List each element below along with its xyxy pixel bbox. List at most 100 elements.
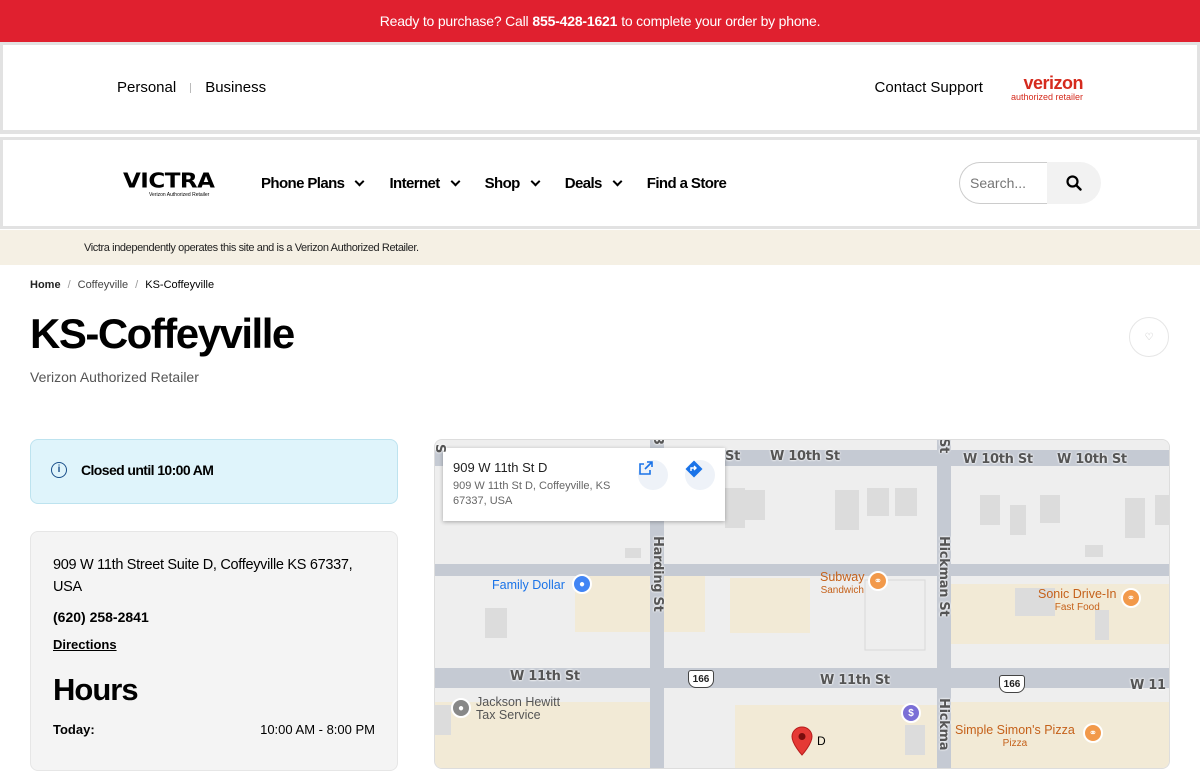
nav-item-phone-plans[interactable]: Phone Plans	[261, 174, 365, 192]
restaurant-icon[interactable]: ⚭	[1121, 588, 1141, 608]
promo-banner: Ready to purchase? Call 855-428-1621 to …	[0, 0, 1200, 42]
street-label: W 11th St	[820, 673, 890, 688]
contact-support-link[interactable]: Contact Support	[875, 79, 983, 96]
poi-type: Sandwich	[820, 585, 864, 596]
hours-heading: Hours	[53, 672, 139, 707]
victra-logo[interactable]: VICTRA Verizon Authorized Retailer	[123, 168, 261, 198]
route-shield: 166	[688, 670, 714, 688]
hours-row: Today: 10:00 AM - 8:00 PM	[53, 722, 375, 737]
store-map[interactable]: 909 W 11th St D 909 W 11th St D, Coffeyv…	[434, 439, 1170, 769]
store-status-banner: i Closed until 10:00 AM	[30, 439, 398, 504]
poi-name: Subway	[820, 570, 865, 584]
dollar-icon[interactable]: $	[901, 703, 921, 723]
brand-sub: Verizon Authorized Retailer	[149, 192, 210, 198]
street-label: St	[936, 439, 951, 453]
shopping-bag-icon[interactable]: ●	[572, 574, 592, 594]
nav-item-label: Find a Store	[646, 174, 727, 192]
poi-jackson-hewitt[interactable]: Jackson Hewitt Tax Service	[476, 696, 560, 722]
marker-label: D	[817, 734, 826, 748]
street-label: W 10th St	[1057, 452, 1127, 467]
search-box	[959, 162, 1101, 204]
nav-item-shop[interactable]: Shop	[484, 174, 541, 192]
nav-item-label: Deals	[564, 174, 603, 192]
poi-type: Pizza	[1002, 738, 1028, 749]
chevron-down-icon	[612, 176, 623, 186]
search-button[interactable]	[1047, 162, 1101, 204]
directions-icon	[685, 460, 703, 478]
nav-item-label: Internet	[389, 174, 440, 192]
store-address: 909 W 11th Street Suite D, Coffeyville K…	[53, 557, 353, 595]
breadcrumb-city[interactable]: Coffeyville	[78, 279, 129, 291]
map-card-title: 909 W 11th St D	[453, 460, 548, 475]
page-subtitle: Verizon Authorized Retailer	[30, 369, 199, 385]
breadcrumb: Home / Coffeyville / KS-Coffeyville	[0, 265, 1200, 291]
info-icon: i	[51, 461, 67, 478]
external-link-icon	[639, 461, 653, 475]
open-map-button[interactable]	[638, 460, 668, 490]
search-input[interactable]	[959, 162, 1047, 204]
hours-time: 10:00 AM - 8:00 PM	[260, 722, 375, 737]
map-directions-button[interactable]	[685, 460, 715, 490]
restaurant-icon[interactable]: ⚭	[868, 571, 888, 591]
restaurant-icon[interactable]: ⚭	[1083, 723, 1103, 743]
nav-item-label: Shop	[484, 174, 521, 192]
poi-family-dollar[interactable]: Family Dollar	[492, 579, 565, 592]
nav-item-label: Phone Plans	[261, 174, 345, 192]
street-label: Hickman St	[936, 536, 951, 617]
promo-prefix: Ready to purchase? Call	[379, 13, 529, 29]
street-label: W 11th St	[510, 669, 580, 684]
store-info-card: 909 W 11th Street Suite D, Coffeyville K…	[30, 531, 398, 771]
favorite-button[interactable]: ♡	[1129, 317, 1169, 357]
promo-suffix: to complete your order by phone.	[621, 13, 821, 29]
heart-icon: ♡	[1144, 331, 1154, 343]
personal-link[interactable]: Personal	[117, 79, 176, 96]
promo-phone-link[interactable]: 855-428-1621	[532, 13, 617, 29]
poi-name: Jackson Hewitt	[476, 695, 561, 709]
location-pin-icon[interactable]	[791, 726, 813, 756]
street-label: Harding St	[650, 536, 665, 612]
poi-simple-simons[interactable]: Simple Simon's Pizza Pizza	[955, 724, 1075, 750]
street-label: Hickma	[936, 698, 951, 751]
hours-day: Today:	[53, 722, 95, 737]
street-label: W 10th St	[963, 452, 1033, 467]
verizon-logo-subtext: authorized retailer	[1010, 91, 1083, 102]
chevron-down-icon	[450, 176, 461, 186]
disclaimer-bar: Victra independently operates this site …	[0, 230, 1200, 265]
verizon-logo-text: verizon	[1023, 72, 1083, 93]
poi-subway[interactable]: Subway Sandwich	[820, 571, 864, 597]
map-info-card: 909 W 11th St D 909 W 11th St D, Coffeyv…	[443, 448, 725, 521]
page-title: KS-Coffeyville	[30, 310, 295, 357]
nav-item-deals[interactable]: Deals	[564, 174, 623, 192]
brand-name: VICTRA	[123, 169, 215, 193]
street-label: W 11	[1130, 678, 1166, 693]
breadcrumb-current: KS-Coffeyville	[145, 279, 215, 291]
poi-name: Sonic Drive-In	[1038, 587, 1117, 601]
street-label: St	[725, 449, 740, 464]
breadcrumb-home[interactable]: Home	[30, 279, 61, 291]
chevron-down-icon	[354, 176, 365, 186]
route-shield: 166	[999, 675, 1025, 693]
nav-item-find-a-store[interactable]: Find a Store	[646, 174, 727, 192]
street-label: S	[435, 444, 447, 453]
nav-item-internet[interactable]: Internet	[389, 174, 461, 192]
poi-name: Simple Simon's Pizza	[955, 723, 1075, 737]
poi-sonic[interactable]: Sonic Drive-In Fast Food	[1038, 588, 1117, 614]
chevron-down-icon	[530, 176, 541, 186]
top-bar: Personal Business Contact Support verizo…	[0, 42, 1200, 134]
business-link[interactable]: Business	[205, 79, 266, 96]
main-nav: VICTRA Verizon Authorized Retailer Phone…	[0, 137, 1200, 229]
verizon-logo[interactable]: verizon authorized retailer	[1010, 72, 1084, 102]
breadcrumb-separator: /	[67, 279, 71, 291]
street-label: W 10th St	[770, 449, 840, 464]
street-label: 3	[650, 439, 665, 445]
map-card-address: 909 W 11th St D, Coffeyville, KS 67337, …	[453, 480, 611, 507]
divider	[190, 82, 192, 93]
search-icon	[1066, 175, 1082, 191]
directions-link[interactable]: Directions	[53, 637, 117, 652]
nav-menu: Phone Plans Internet Shop Deals Find a S…	[261, 175, 959, 192]
service-icon[interactable]: ●	[451, 698, 471, 718]
status-text: Closed until 10:00 AM	[81, 461, 214, 478]
store-phone-link[interactable]: (620) 258-2841	[53, 609, 375, 625]
poi-type: Tax Service	[476, 708, 541, 722]
poi-type: Fast Food	[1054, 602, 1100, 613]
